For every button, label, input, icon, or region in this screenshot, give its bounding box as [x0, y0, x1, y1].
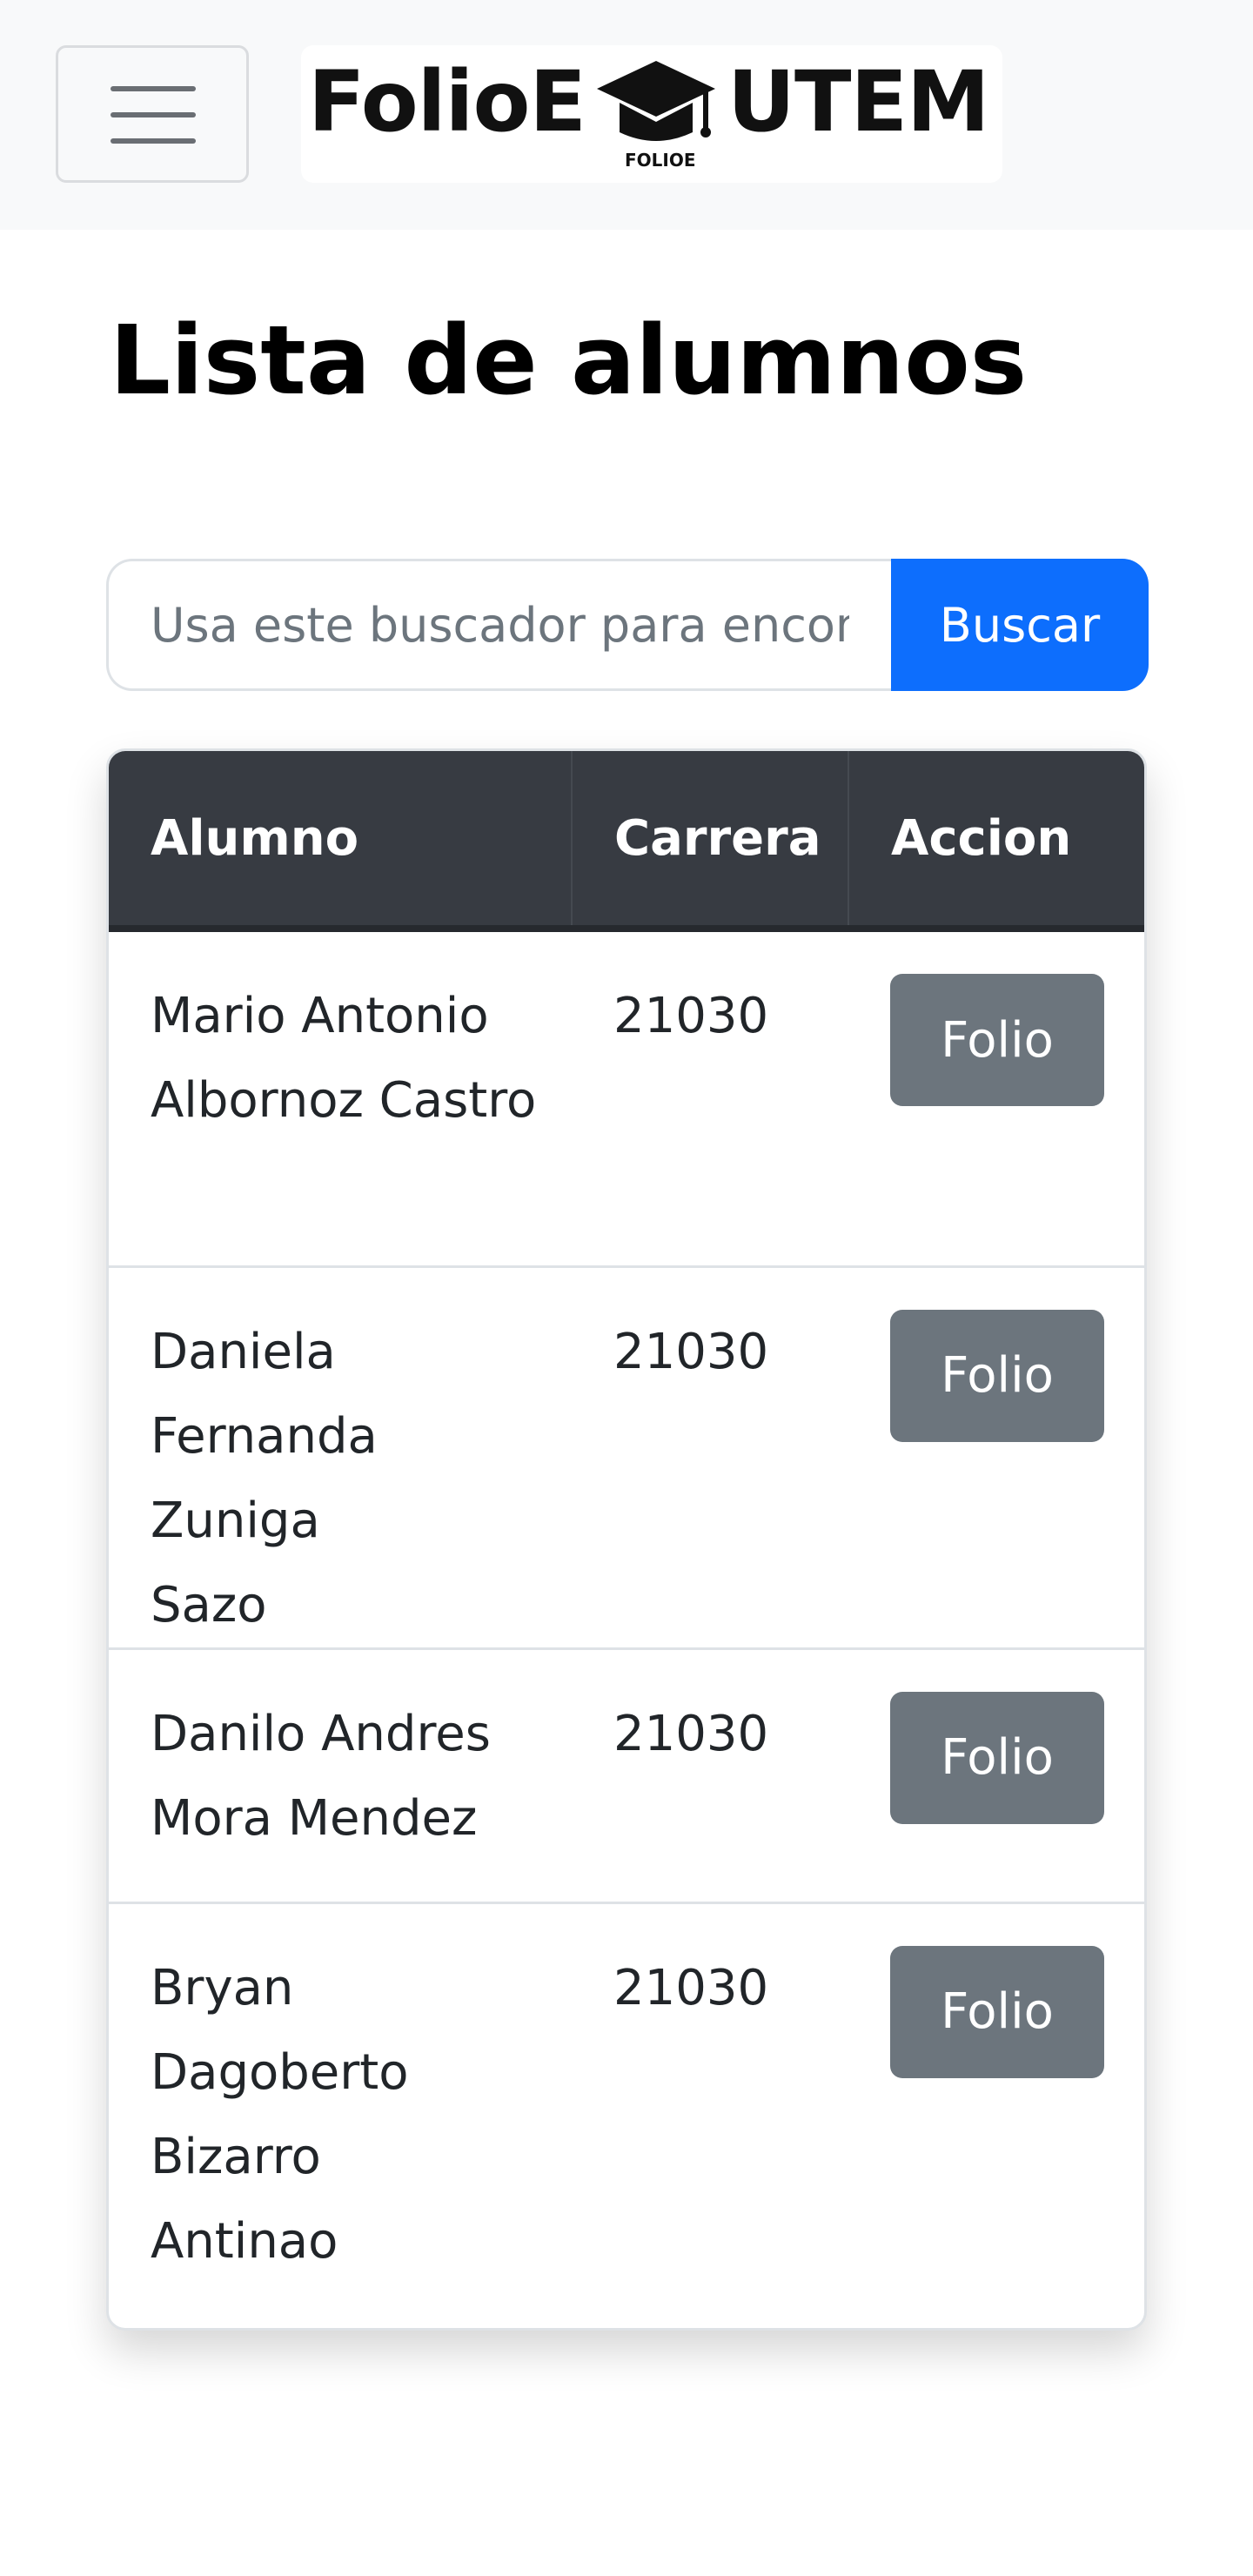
action-cell: Folio	[848, 1902, 1144, 2328]
brand-logo[interactable]: FolioE FOLIOE UTEM	[301, 45, 1002, 183]
search-group: Buscar	[106, 559, 1149, 691]
table-row: Bryan Dagoberto Bizarro Antinao 21030 Fo…	[109, 1902, 1144, 2328]
folio-button[interactable]: Folio	[890, 1309, 1104, 1442]
student-carrera: 21030	[613, 1959, 769, 2016]
students-table: Alumno Carrera Accion Mario Antonio Albo…	[109, 751, 1144, 2328]
student-name: Bryan Dagoberto Bizarro Antinao	[151, 1959, 409, 2270]
action-cell: Folio	[848, 929, 1144, 1268]
action-cell: Folio	[848, 1266, 1144, 1650]
graduation-cap-icon	[593, 52, 719, 157]
students-table-card: Alumno Carrera Accion Mario Antonio Albo…	[106, 748, 1147, 2331]
column-header-accion: Accion	[848, 751, 1144, 932]
table-row: Danilo Andres Mora Mendez 21030 Folio	[109, 1648, 1144, 1904]
folio-button[interactable]: Folio	[890, 1945, 1104, 2078]
logo-text-left: FolioE	[308, 53, 586, 151]
column-header-carrera: Carrera	[572, 751, 849, 932]
search-button[interactable]: Buscar	[891, 559, 1149, 691]
student-carrera: 21030	[572, 929, 848, 1268]
table-row: Daniela Fernanda Zuniga Sazo 21030 Folio	[109, 1266, 1144, 1650]
logo-text-right: UTEM	[727, 53, 990, 151]
student-name: Mario Antonio Albornoz Castro	[109, 929, 572, 1268]
folio-button[interactable]: Folio	[890, 1691, 1104, 1824]
table-row: Mario Antonio Albornoz Castro 21030 Foli…	[109, 929, 1144, 1268]
table-header-row: Alumno Carrera Accion	[109, 751, 1144, 932]
navbar: FolioE FOLIOE UTEM	[0, 0, 1253, 230]
student-carrera: 21030	[572, 1648, 848, 1904]
search-input[interactable]	[106, 559, 891, 691]
action-cell: Folio	[848, 1648, 1144, 1904]
navbar-toggler-button[interactable]	[56, 45, 249, 183]
logo-subtext: FOLIOE	[625, 150, 696, 171]
column-header-alumno: Alumno	[109, 751, 573, 932]
student-carrera: 21030	[572, 1266, 848, 1650]
page-title: Lista de alumnos	[110, 305, 1028, 416]
student-name: Danilo Andres Mora Mendez	[109, 1648, 572, 1904]
folio-button[interactable]: Folio	[890, 974, 1104, 1106]
student-name: Daniela Fernanda Zuniga Sazo	[109, 1266, 572, 1650]
